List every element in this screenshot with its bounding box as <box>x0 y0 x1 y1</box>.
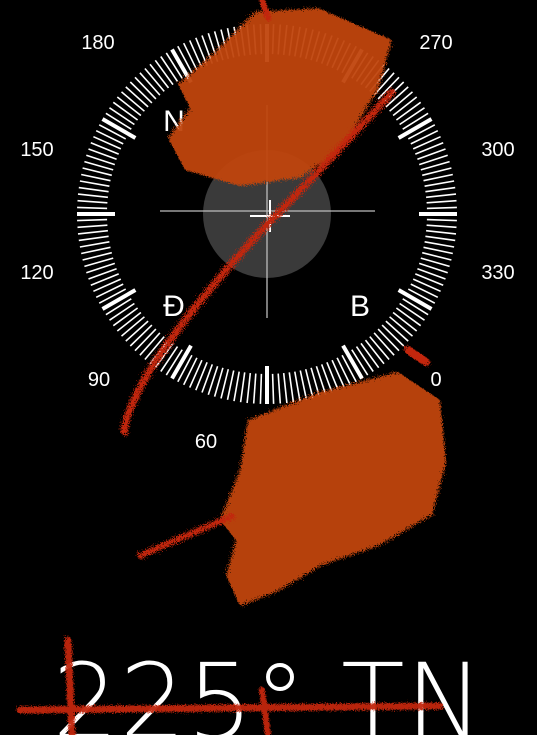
compass-minor-tick <box>412 278 441 293</box>
scribble-blob-top <box>168 8 392 186</box>
compass-minor-tick <box>78 235 109 242</box>
compass-minor-tick <box>426 229 457 235</box>
compass-minor-tick <box>360 342 380 369</box>
compass-minor-tick <box>195 361 208 391</box>
compass-minor-tick <box>414 273 444 286</box>
compass-minor-tick <box>414 142 444 155</box>
compass-minor-tick <box>294 371 301 402</box>
compass-minor-tick <box>277 373 282 404</box>
heading-reference: TN <box>341 641 485 735</box>
compass-minor-tick <box>109 302 135 321</box>
compass-minor-tick <box>424 180 455 187</box>
heading-readout: 225° TN <box>0 640 537 735</box>
compass-minor-tick <box>425 235 456 242</box>
compass-minor-tick <box>426 193 457 199</box>
compass-minor-tick <box>93 278 122 293</box>
compass-minor-tick <box>77 199 108 204</box>
degree-label-0: 0 <box>430 369 441 391</box>
compass-minor-tick <box>233 371 240 402</box>
compass-minor-tick <box>399 107 425 126</box>
degree-label-330: 330 <box>481 262 514 284</box>
compass-minor-tick <box>79 241 110 248</box>
compass-minor-tick <box>112 307 139 327</box>
compass-minor-tick <box>410 283 439 299</box>
degree-label-150: 150 <box>20 139 53 161</box>
compass-minor-tick <box>395 101 422 121</box>
compass-minor-tick <box>77 229 108 235</box>
compass-minor-tick <box>299 370 308 400</box>
compass-minor-tick <box>77 224 108 229</box>
scribble-stroke-right <box>404 346 430 366</box>
compass-minor-tick <box>399 302 425 321</box>
compass-minor-tick <box>424 241 455 248</box>
compass-minor-tick <box>160 56 179 82</box>
compass-minor-tick <box>90 273 120 286</box>
compass-minor-tick <box>426 218 457 222</box>
compass-minor-tick <box>82 167 112 177</box>
compass-minor-tick <box>271 373 275 404</box>
compass-minor-tick <box>422 167 452 177</box>
compass-minor-tick <box>182 357 198 386</box>
compass-minor-tick <box>77 206 108 210</box>
compass-minor-tick <box>288 372 295 403</box>
compass-minor-tick <box>239 372 246 403</box>
compass-minor-tick <box>112 101 139 121</box>
compass-minor-tick <box>81 246 111 255</box>
degree-label-120: 120 <box>20 262 53 284</box>
compass-minor-tick <box>182 42 198 71</box>
compass-minor-tick <box>188 359 203 388</box>
heading-degrees: 225° <box>52 641 308 735</box>
compass-minor-tick <box>252 373 257 404</box>
compass-minor-tick <box>81 173 111 182</box>
scribble-stroke-lower <box>137 513 235 559</box>
compass-minor-tick <box>188 40 203 69</box>
compass-minor-tick <box>423 173 453 182</box>
compass-minor-tick <box>226 370 235 400</box>
compass-minor-tick <box>304 369 314 399</box>
compass-minor-tick <box>95 129 124 145</box>
compass-minor-tick <box>422 251 452 261</box>
compass-minor-tick <box>355 346 374 372</box>
degree-label-90: 90 <box>88 369 110 391</box>
compass-minor-tick <box>426 206 457 210</box>
compass-minor-tick <box>331 359 346 388</box>
compass-minor-tick <box>78 186 109 193</box>
compass-screen: 180 270 150 300 120 330 90 0 60 N Đ B <box>20 0 515 606</box>
compass-minor-tick <box>95 283 124 299</box>
compass-minor-tick <box>109 107 135 126</box>
degree-label-60: 60 <box>195 431 217 453</box>
compass-minor-tick <box>220 369 230 399</box>
compass-minor-tick <box>93 135 122 150</box>
compass-minor-tick <box>426 199 457 204</box>
compass-minor-tick <box>154 59 174 86</box>
compass-minor-tick <box>259 373 263 404</box>
compass-minor-tick <box>423 246 453 255</box>
compass-minor-tick <box>246 373 252 404</box>
scribble-blob-bottom <box>220 372 446 606</box>
compass-minor-tick <box>395 307 422 327</box>
compass-minor-tick <box>336 357 352 386</box>
degree-label-300: 300 <box>481 139 514 161</box>
compass-minor-tick <box>79 180 110 187</box>
compass-minor-tick <box>326 361 339 391</box>
compass-minor-tick <box>77 218 108 222</box>
compass-minor-tick <box>77 193 108 199</box>
cardinal-west: B <box>350 290 370 323</box>
compass-minor-tick <box>425 186 456 193</box>
compass-minor-tick <box>410 129 439 145</box>
compass-minor-tick <box>90 142 120 155</box>
cardinal-east: Đ <box>163 290 185 323</box>
degree-label-180: 180 <box>81 32 114 54</box>
compass-minor-tick <box>412 135 441 150</box>
degree-label-270: 270 <box>419 32 452 54</box>
compass-minor-tick <box>82 251 112 261</box>
compass-minor-tick <box>426 224 457 229</box>
compass-minor-tick <box>282 373 288 404</box>
